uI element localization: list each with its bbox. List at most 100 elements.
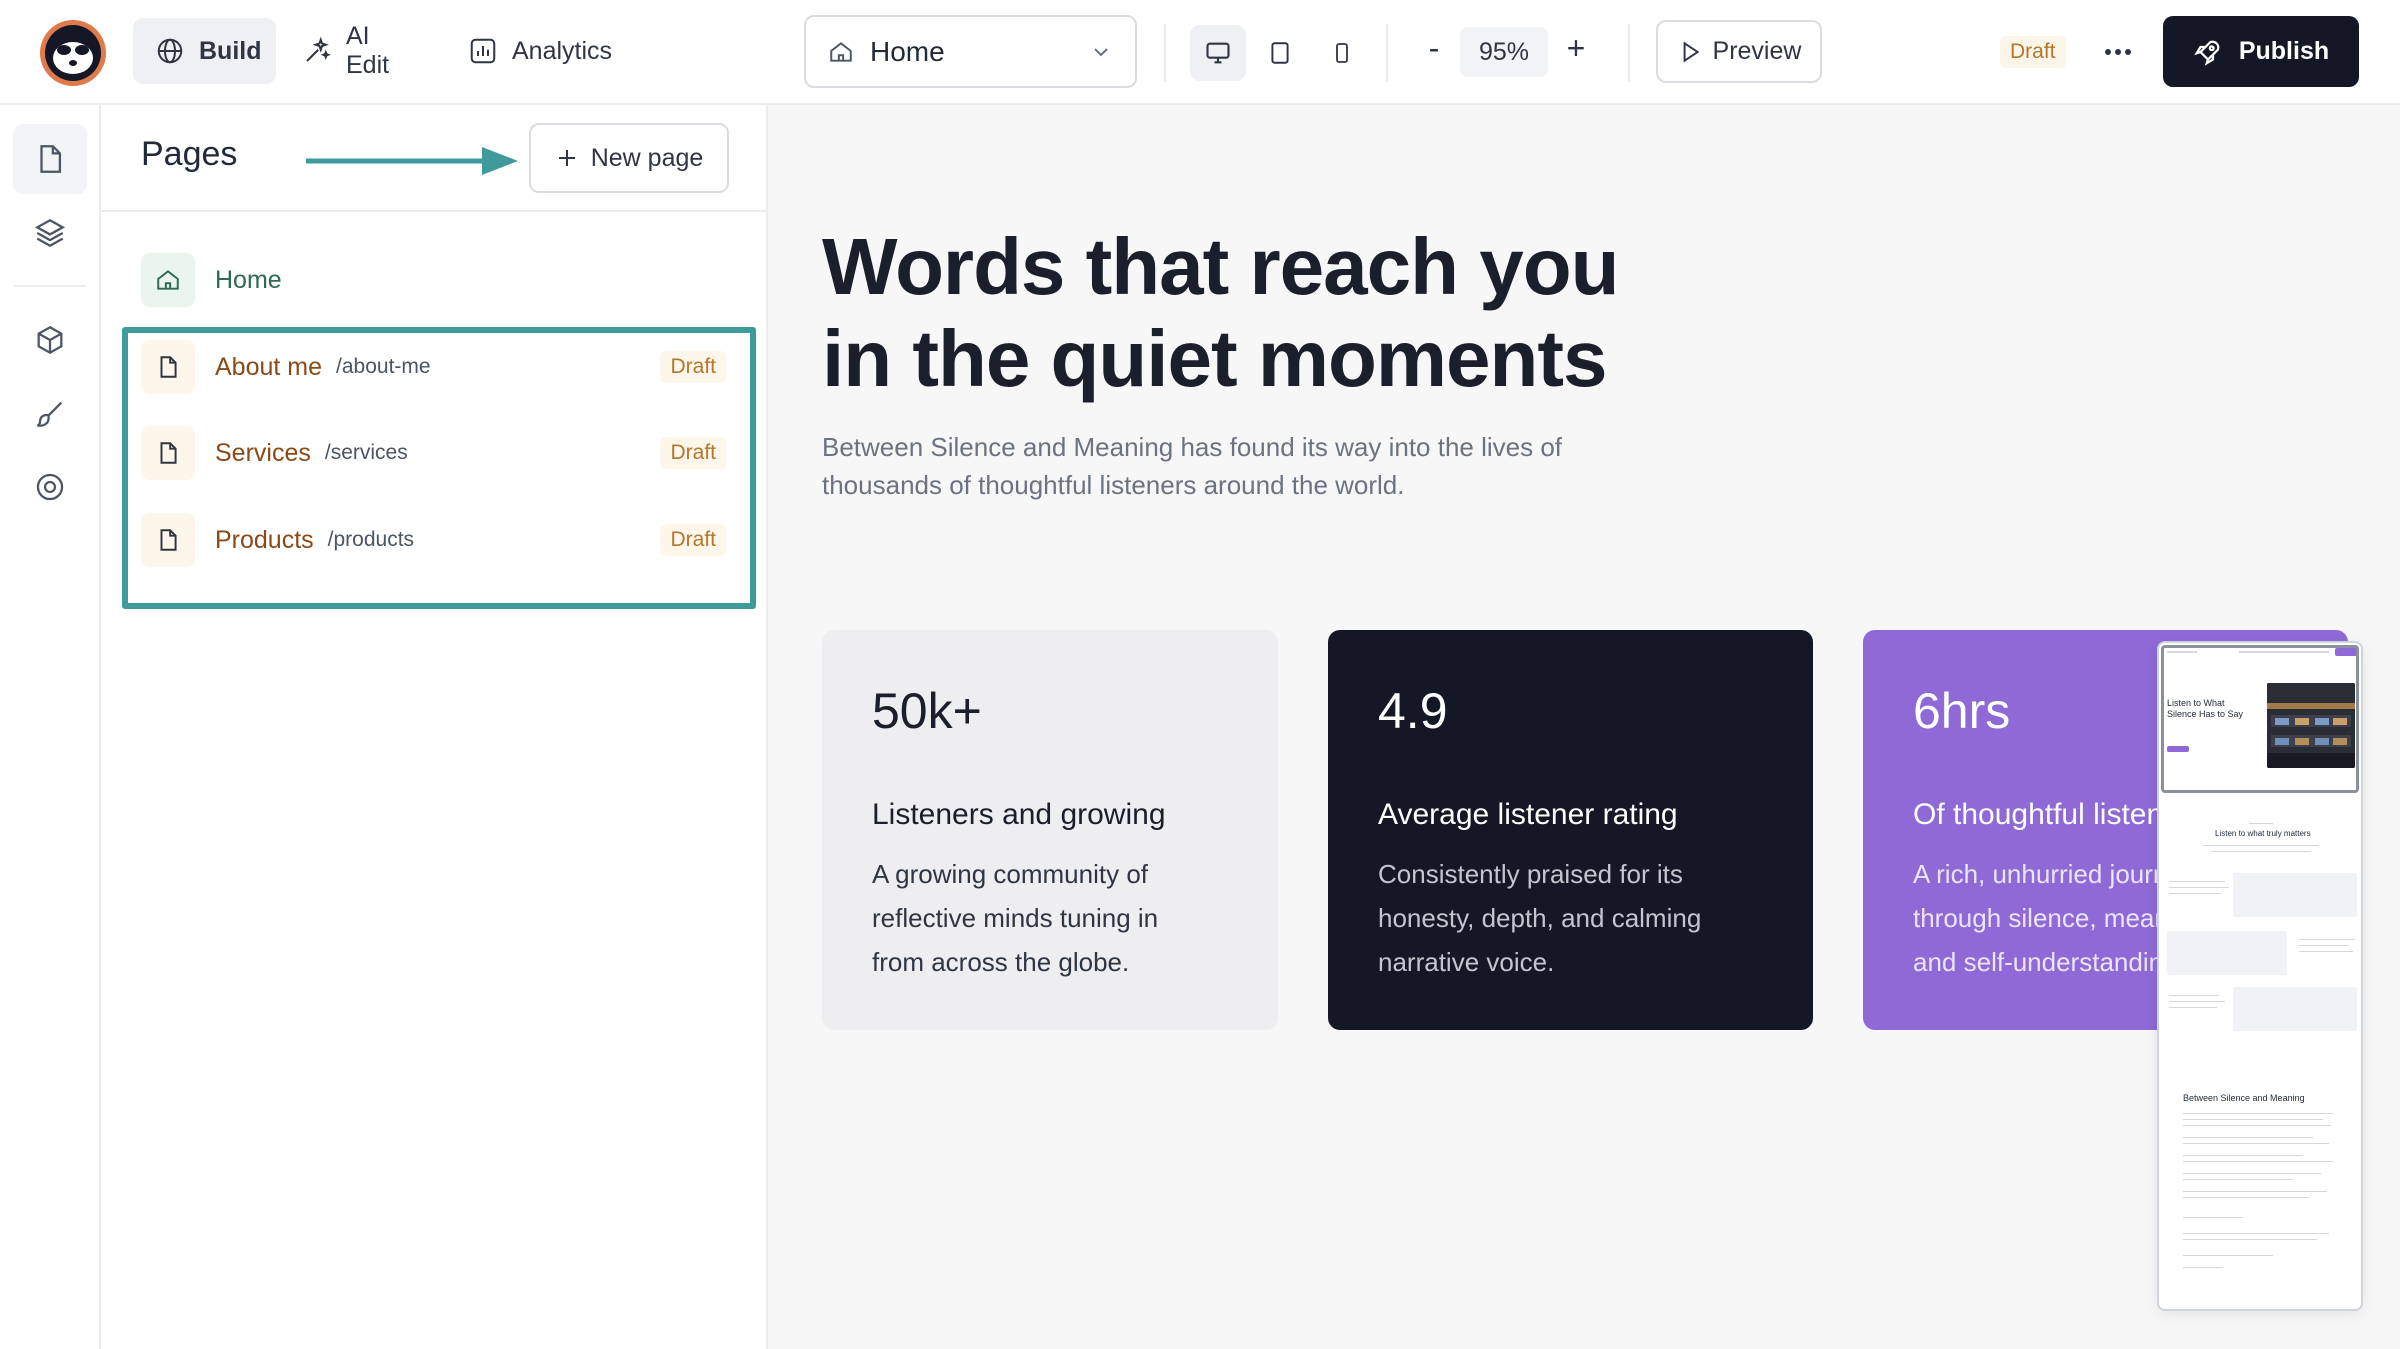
minimap-text-line bbox=[2183, 1125, 2331, 1126]
minimap-text-line bbox=[2183, 1179, 2293, 1180]
minimap-block bbox=[2233, 987, 2357, 1031]
stat-value: 4.9 bbox=[1378, 683, 1448, 739]
device-switcher bbox=[1190, 25, 1370, 81]
rail-divider bbox=[14, 285, 86, 287]
top-bar: Build AI Edit Analytics Home - 95% + Pre… bbox=[0, 0, 2400, 105]
status-badge: Draft bbox=[2000, 36, 2066, 68]
divider bbox=[1164, 24, 1166, 82]
plus-icon bbox=[555, 146, 579, 170]
minimap-text-line bbox=[2169, 881, 2225, 882]
nav-analytics-label: Analytics bbox=[512, 36, 613, 65]
new-page-button[interactable]: New page bbox=[529, 123, 729, 193]
nav-ai-edit[interactable]: AI Edit bbox=[280, 18, 440, 84]
minimap-text-line bbox=[2169, 995, 2219, 996]
page-select-dropdown[interactable]: Home bbox=[804, 15, 1137, 88]
left-rail bbox=[0, 105, 101, 1349]
minimap-text-line bbox=[2183, 1119, 2323, 1120]
ellipsis-icon bbox=[2103, 47, 2133, 57]
minimap-text-line bbox=[2183, 1267, 2223, 1268]
minimap-text-line bbox=[2183, 1197, 2309, 1198]
desktop-view-button[interactable] bbox=[1190, 25, 1246, 81]
minimap-text-line bbox=[2211, 851, 2311, 852]
minimap-section-heading: Listen to what truly matters bbox=[2215, 829, 2311, 838]
globe-icon bbox=[155, 36, 185, 66]
pages-panel-title: Pages bbox=[141, 135, 238, 173]
stat-card[interactable]: 4.9 Average listener rating Consistently… bbox=[1328, 630, 1813, 1030]
zoom-out-button[interactable]: - bbox=[1414, 30, 1454, 67]
minimap-text-line bbox=[2183, 1155, 2303, 1156]
minimap-text-line bbox=[2169, 893, 2221, 894]
minimap-text-line bbox=[2183, 1217, 2243, 1218]
page-minimap[interactable]: Listen to What Silence Has to Say Listen… bbox=[2157, 641, 2363, 1311]
nav-build[interactable]: Build bbox=[133, 18, 276, 84]
preview-button[interactable]: Preview bbox=[1656, 20, 1822, 83]
zoom-level[interactable]: 95% bbox=[1460, 27, 1548, 77]
chevron-down-icon bbox=[1089, 40, 1113, 64]
publish-label: Publish bbox=[2238, 37, 2330, 65]
rail-layers-button[interactable] bbox=[13, 198, 87, 268]
app-logo[interactable] bbox=[38, 18, 108, 88]
arrow-right-icon bbox=[306, 141, 522, 181]
rail-components-button[interactable] bbox=[13, 305, 87, 375]
minimap-text-line bbox=[2183, 1113, 2333, 1114]
rail-settings-button[interactable] bbox=[13, 452, 87, 522]
minimap-text-line bbox=[2299, 945, 2349, 946]
more-options-button[interactable] bbox=[2096, 30, 2140, 74]
page-item-label: Home bbox=[215, 265, 282, 294]
brush-icon bbox=[33, 397, 67, 431]
chart-icon bbox=[468, 36, 498, 66]
page-select-value: Home bbox=[870, 35, 945, 67]
page-item-home[interactable]: Home bbox=[141, 252, 726, 308]
hero-title-line: Words that reach you bbox=[822, 222, 1619, 311]
stat-value: 6hrs bbox=[1913, 683, 2011, 739]
minimap-text-line bbox=[2203, 845, 2319, 846]
minimap-block bbox=[2167, 931, 2287, 975]
minimap-text-line bbox=[2183, 1255, 2273, 1256]
minimap-text-line bbox=[2169, 1007, 2217, 1008]
hero-title[interactable]: Words that reach you in the quiet moment… bbox=[822, 221, 1722, 405]
play-icon bbox=[1677, 39, 1703, 65]
stat-card[interactable]: 50k+ Listeners and growing A growing com… bbox=[822, 630, 1278, 1030]
nav-analytics[interactable]: Analytics bbox=[446, 18, 646, 84]
minimap-text-line bbox=[2183, 1173, 2321, 1174]
minimap-text-line bbox=[2169, 887, 2229, 888]
divider bbox=[1386, 24, 1388, 82]
minimap-text-line bbox=[2299, 939, 2355, 940]
minimap-text-line bbox=[2299, 951, 2353, 952]
new-page-label: New page bbox=[590, 143, 704, 172]
tablet-view-button[interactable] bbox=[1252, 25, 1308, 81]
minimap-text-line bbox=[2183, 1239, 2317, 1240]
desktop-icon bbox=[1204, 39, 1232, 67]
pages-panel: Pages New page Home About me /about-me D… bbox=[101, 105, 768, 1349]
stat-description: Consistently praised for its honesty, de… bbox=[1378, 859, 1702, 977]
components-icon bbox=[33, 323, 67, 357]
mobile-view-button[interactable] bbox=[1314, 25, 1370, 81]
highlight-annotation bbox=[122, 327, 756, 609]
publish-button[interactable]: Publish bbox=[2163, 16, 2359, 87]
stat-description: A growing community of reflective minds … bbox=[872, 859, 1159, 977]
minimap-text-line bbox=[2183, 1233, 2329, 1234]
minimap-footer-heading: Between Silence and Meaning bbox=[2183, 1093, 2305, 1103]
rail-design-button[interactable] bbox=[13, 379, 87, 449]
minimap-viewport[interactable] bbox=[2161, 645, 2359, 793]
hero-title-line: in the quiet moments bbox=[822, 314, 1608, 403]
minimap-text-line bbox=[2183, 1137, 2313, 1138]
minimap-block bbox=[2233, 873, 2357, 917]
preview-label: Preview bbox=[1712, 37, 1802, 65]
minimap-text-line bbox=[2169, 1001, 2225, 1002]
minimap-text-line bbox=[2183, 1143, 2329, 1144]
stat-value: 50k+ bbox=[872, 683, 982, 739]
rail-pages-button[interactable] bbox=[13, 124, 87, 194]
layers-icon bbox=[33, 216, 67, 250]
nav-build-label: Build bbox=[199, 36, 262, 65]
nav-ai-edit-label: AI Edit bbox=[346, 22, 390, 79]
home-icon bbox=[141, 253, 195, 307]
editor-canvas[interactable]: Words that reach you in the quiet moment… bbox=[768, 105, 2400, 1349]
divider bbox=[1628, 24, 1630, 82]
sparkle-icon bbox=[302, 36, 332, 66]
hero-subtitle[interactable]: Between Silence and Meaning has found it… bbox=[822, 428, 1582, 504]
stat-label: Average listener rating bbox=[1378, 798, 1678, 831]
zoom-in-button[interactable]: + bbox=[1556, 30, 1596, 67]
tablet-icon bbox=[1267, 40, 1293, 66]
settings-icon bbox=[33, 470, 67, 504]
